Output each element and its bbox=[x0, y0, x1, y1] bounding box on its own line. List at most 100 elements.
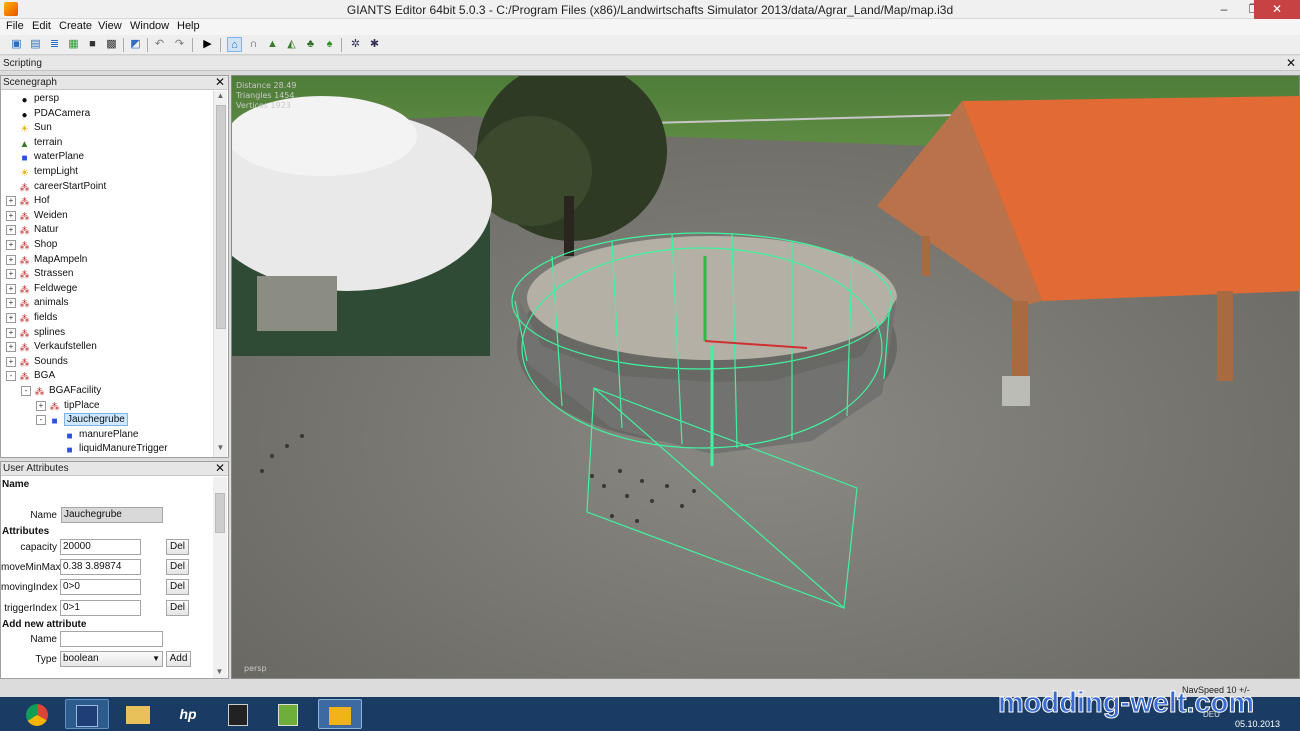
user-attributes-close-icon[interactable]: ✕ bbox=[215, 461, 225, 475]
scripts-icon[interactable]: ✱ bbox=[367, 37, 382, 52]
menu-view[interactable]: View bbox=[98, 20, 122, 32]
group-icon: ⁂ bbox=[34, 387, 45, 398]
refresh-icon[interactable]: ▦ bbox=[66, 37, 81, 52]
expand-icon[interactable]: + bbox=[6, 210, 16, 221]
attr-input-capacity[interactable]: 20000 bbox=[60, 539, 141, 555]
add-attribute-name-input[interactable] bbox=[60, 631, 163, 647]
expand-icon[interactable]: + bbox=[6, 356, 16, 367]
window-title: GIANTS Editor 64bit 5.0.3 - C:/Program F… bbox=[346, 3, 954, 17]
tree-node[interactable]: + ⁂ Verkaufstellen bbox=[6, 340, 97, 354]
expand-icon[interactable]: + bbox=[6, 254, 16, 265]
explorer-icon[interactable] bbox=[116, 699, 160, 729]
collapse-icon[interactable]: - bbox=[21, 386, 31, 396]
tree-node[interactable]: + ⁂ splines bbox=[6, 326, 65, 340]
toolbar-separator bbox=[192, 38, 193, 52]
scenegraph-tree[interactable]: ● persp ● PDACamera ☀ Sun ▲ terrain ■ waterPlane ☀… bbox=[1, 91, 213, 457]
attr-delete-movingindex-button[interactable]: Del bbox=[166, 579, 189, 595]
tree-node[interactable]: - ⁂ BGAFacility bbox=[21, 384, 101, 398]
tree-node[interactable]: ● persp bbox=[19, 92, 59, 106]
scenegraph-scrollbar[interactable]: ▲ ▼ bbox=[213, 91, 227, 457]
undo-icon[interactable]: ↶ bbox=[152, 37, 167, 52]
tree-node[interactable]: + ⁂ Sounds bbox=[6, 355, 68, 369]
settings-icon[interactable]: ✲ bbox=[348, 37, 363, 52]
tree-node[interactable]: + ⁂ animals bbox=[6, 296, 68, 310]
tree-node[interactable]: + ⁂ tipPlace bbox=[36, 399, 100, 413]
tree-node[interactable]: + ⁂ Natur bbox=[6, 223, 58, 237]
expand-icon[interactable]: + bbox=[6, 283, 16, 294]
touch-icon[interactable] bbox=[216, 699, 260, 729]
tree-node[interactable]: ▲ terrain bbox=[19, 136, 63, 150]
3d-viewport[interactable]: Distance 28.49 Triangles 1454 Vertices 1… bbox=[231, 75, 1300, 679]
minimize-button[interactable]: – bbox=[1209, 0, 1239, 19]
tree-node[interactable]: ■ liquidManureTrigger bbox=[64, 442, 167, 456]
scripting-close-icon[interactable]: ✕ bbox=[1286, 56, 1296, 70]
play-icon[interactable]: ▶ bbox=[200, 37, 215, 52]
clock-date[interactable]: 05.10.2013 bbox=[1235, 719, 1280, 729]
attr-delete-triggerindex-button[interactable]: Del bbox=[166, 600, 189, 616]
menu-create[interactable]: Create bbox=[59, 20, 92, 32]
open-list-icon[interactable]: ≣ bbox=[47, 37, 62, 52]
menu-edit[interactable]: Edit bbox=[32, 20, 51, 32]
expand-icon[interactable]: + bbox=[6, 196, 16, 207]
chrome-icon[interactable] bbox=[15, 699, 59, 729]
tree-node[interactable]: + ⁂ fields bbox=[6, 311, 57, 325]
attr-input-triggerindex[interactable]: 0>1 bbox=[60, 600, 141, 616]
expand-icon[interactable]: + bbox=[6, 240, 16, 250]
tree-node[interactable]: + ⁂ Strassen bbox=[6, 267, 73, 281]
foliage-icon[interactable]: ♣ bbox=[303, 37, 318, 52]
tree-node[interactable]: ☀ Sun bbox=[19, 121, 52, 135]
tree-node[interactable]: + ⁂ Weiden bbox=[6, 209, 68, 223]
add-attribute-button[interactable]: Add bbox=[166, 651, 191, 667]
new-file-icon[interactable]: ▣ bbox=[9, 37, 24, 52]
menu-window[interactable]: Window bbox=[130, 20, 169, 32]
giants-editor-icon[interactable] bbox=[318, 699, 362, 729]
taskmgr-icon[interactable] bbox=[266, 699, 310, 729]
close-window-button[interactable]: ✕ bbox=[1254, 0, 1300, 19]
import-icon[interactable]: ◩ bbox=[128, 37, 143, 52]
tree-node[interactable]: ⁂ careerStartPoint bbox=[19, 180, 107, 194]
collapse-icon[interactable]: - bbox=[36, 415, 46, 426]
menu-file[interactable]: File bbox=[6, 20, 24, 32]
terrain-paint-icon[interactable]: ◭ bbox=[284, 37, 299, 52]
tree-node[interactable]: - ⁂ BGA bbox=[6, 369, 55, 383]
select-icon[interactable]: ⌂ bbox=[227, 37, 242, 52]
expand-icon[interactable]: + bbox=[6, 313, 16, 323]
save-all-icon[interactable]: ▩ bbox=[104, 37, 119, 52]
group-icon: ⁂ bbox=[19, 357, 30, 369]
user-attributes-scroll-thumb[interactable] bbox=[215, 493, 225, 533]
redo-icon[interactable]: ↷ bbox=[172, 37, 187, 52]
hp-icon[interactable]: hp bbox=[166, 699, 210, 729]
tree-node[interactable]: + ⁂ MapAmpeln bbox=[6, 253, 87, 267]
expand-icon[interactable]: + bbox=[6, 269, 16, 280]
attr-delete-capacity-button[interactable]: Del bbox=[166, 539, 189, 555]
open-file-icon[interactable]: ▤ bbox=[28, 37, 43, 52]
expand-icon[interactable]: + bbox=[6, 342, 16, 353]
tree-node[interactable]: + ⁂ Shop bbox=[6, 238, 57, 252]
expand-icon[interactable]: + bbox=[36, 400, 46, 411]
expand-icon[interactable]: + bbox=[6, 225, 16, 236]
keyboard-language[interactable]: DEU bbox=[1203, 710, 1220, 719]
user-attributes-scrollbar[interactable]: ▼ bbox=[213, 477, 227, 678]
tree-node[interactable]: ■ manurePlane bbox=[64, 428, 138, 442]
attr-input-movingindex[interactable]: 0>0 bbox=[60, 579, 141, 595]
tree-node[interactable]: ☀ tempLight bbox=[19, 165, 78, 179]
attribute-type-select[interactable]: boolean ▼ bbox=[60, 651, 163, 667]
scenegraph-scroll-thumb[interactable] bbox=[216, 105, 226, 329]
menu-help[interactable]: Help bbox=[177, 20, 200, 32]
attr-input-moveminmaxy[interactable]: 0.38 3.89874 bbox=[60, 559, 141, 575]
tree-node[interactable]: ● PDACamera bbox=[19, 107, 90, 121]
collapse-icon[interactable]: - bbox=[6, 371, 16, 382]
tree-node[interactable]: + ⁂ Hof bbox=[6, 194, 50, 208]
move-icon[interactable]: ∩ bbox=[246, 37, 261, 52]
expand-icon[interactable]: + bbox=[6, 327, 16, 338]
tree-node[interactable]: ■ waterPlane bbox=[19, 150, 84, 164]
expand-icon[interactable]: + bbox=[6, 298, 16, 309]
grass-icon[interactable]: ♠ bbox=[322, 37, 337, 52]
save-disk-icon[interactable] bbox=[65, 699, 109, 729]
save-icon[interactable]: ■ bbox=[85, 37, 100, 52]
scenegraph-close-icon[interactable]: ✕ bbox=[215, 75, 225, 89]
tree-node[interactable]: + ⁂ Feldwege bbox=[6, 282, 77, 296]
attr-delete-moveminmaxy-button[interactable]: Del bbox=[166, 559, 189, 575]
terrain-icon[interactable]: ▲ bbox=[265, 37, 280, 52]
tree-node[interactable]: - ■ Jauchegrube bbox=[36, 413, 128, 427]
